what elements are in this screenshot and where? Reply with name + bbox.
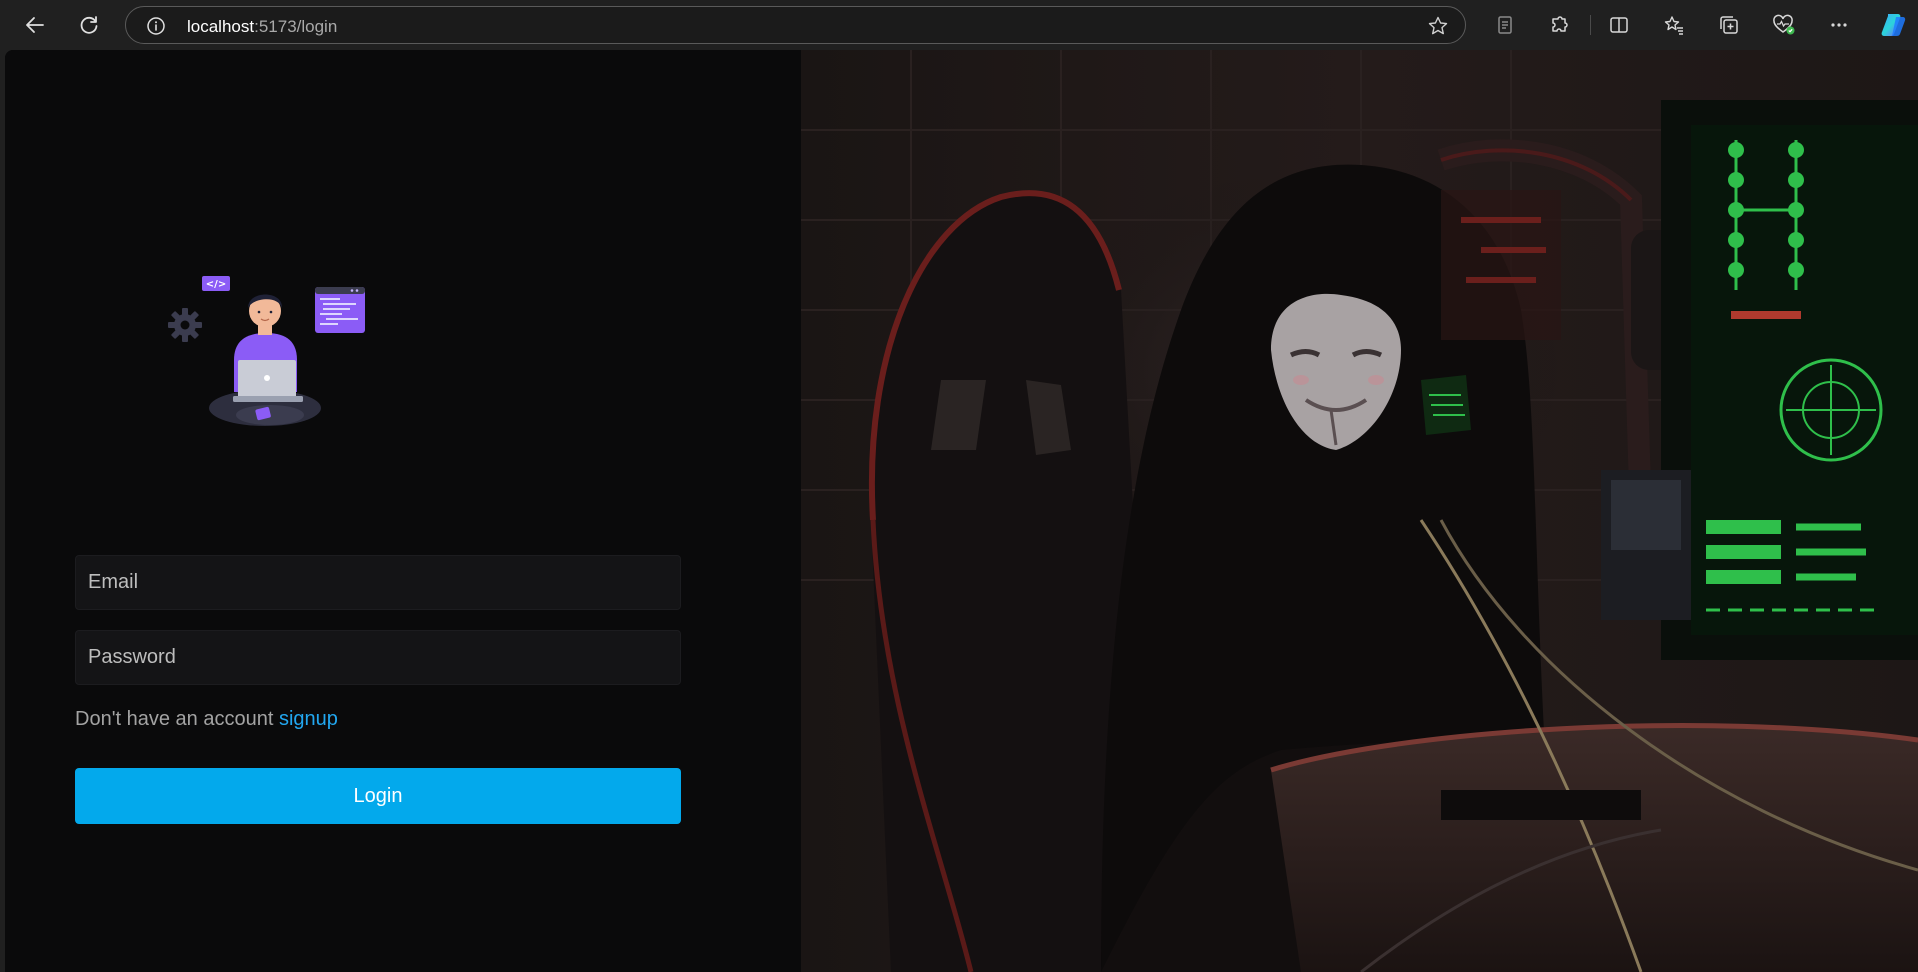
back-arrow-icon	[26, 17, 44, 33]
browser-essentials-icon	[1773, 14, 1795, 35]
back-button[interactable]	[18, 8, 52, 42]
favorite-star-icon[interactable]	[1427, 15, 1449, 42]
collections-button[interactable]	[1712, 8, 1746, 42]
code-tag-label: </>	[206, 279, 226, 290]
password-field[interactable]	[75, 630, 681, 685]
page-viewport: </> Email Don't have an account signup L…	[5, 50, 1918, 972]
browser-essentials-button[interactable]	[1767, 8, 1801, 42]
favorites-icon	[1664, 16, 1683, 35]
browser-toolbar: localhost:5173/login	[0, 0, 1918, 50]
copilot-button[interactable]	[1876, 8, 1910, 42]
site-info-icon[interactable]	[146, 16, 166, 41]
signup-link[interactable]: signup	[279, 708, 338, 730]
login-button[interactable]: Login	[75, 768, 681, 824]
url-path: :5173/login	[254, 17, 338, 36]
address-bar[interactable]: localhost:5173/login	[125, 6, 1466, 44]
code-tag-icon: </>	[202, 276, 230, 291]
code-window-icon	[315, 287, 365, 333]
refresh-icon	[80, 16, 98, 34]
gear-icon	[168, 308, 202, 342]
url-text: localhost:5173/login	[187, 17, 337, 37]
more-button[interactable]	[1822, 8, 1856, 42]
url-host: localhost	[187, 17, 255, 36]
email-field[interactable]	[75, 555, 681, 610]
signup-prompt-row: Don't have an account signup	[75, 708, 338, 731]
more-icon	[1831, 23, 1847, 27]
developer-illustration: </>	[168, 276, 365, 426]
split-screen-icon	[1610, 17, 1628, 33]
reading-mode-button[interactable]	[1488, 8, 1522, 42]
developer-figure	[209, 294, 321, 426]
favorites-button[interactable]	[1657, 8, 1691, 42]
hacker-background-image	[801, 50, 1918, 972]
split-screen-button[interactable]	[1602, 8, 1636, 42]
extensions-icon	[1552, 16, 1568, 32]
collections-icon	[1720, 16, 1738, 34]
refresh-button[interactable]	[72, 8, 106, 42]
login-panel: </> Email Don't have an account signup L…	[5, 50, 801, 972]
extensions-button[interactable]	[1543, 8, 1577, 42]
reading-mode-icon	[1498, 16, 1512, 34]
copilot-icon	[1881, 14, 1906, 36]
signup-prompt-text: Don't have an account	[75, 708, 274, 730]
toolbar-divider	[1590, 15, 1591, 35]
